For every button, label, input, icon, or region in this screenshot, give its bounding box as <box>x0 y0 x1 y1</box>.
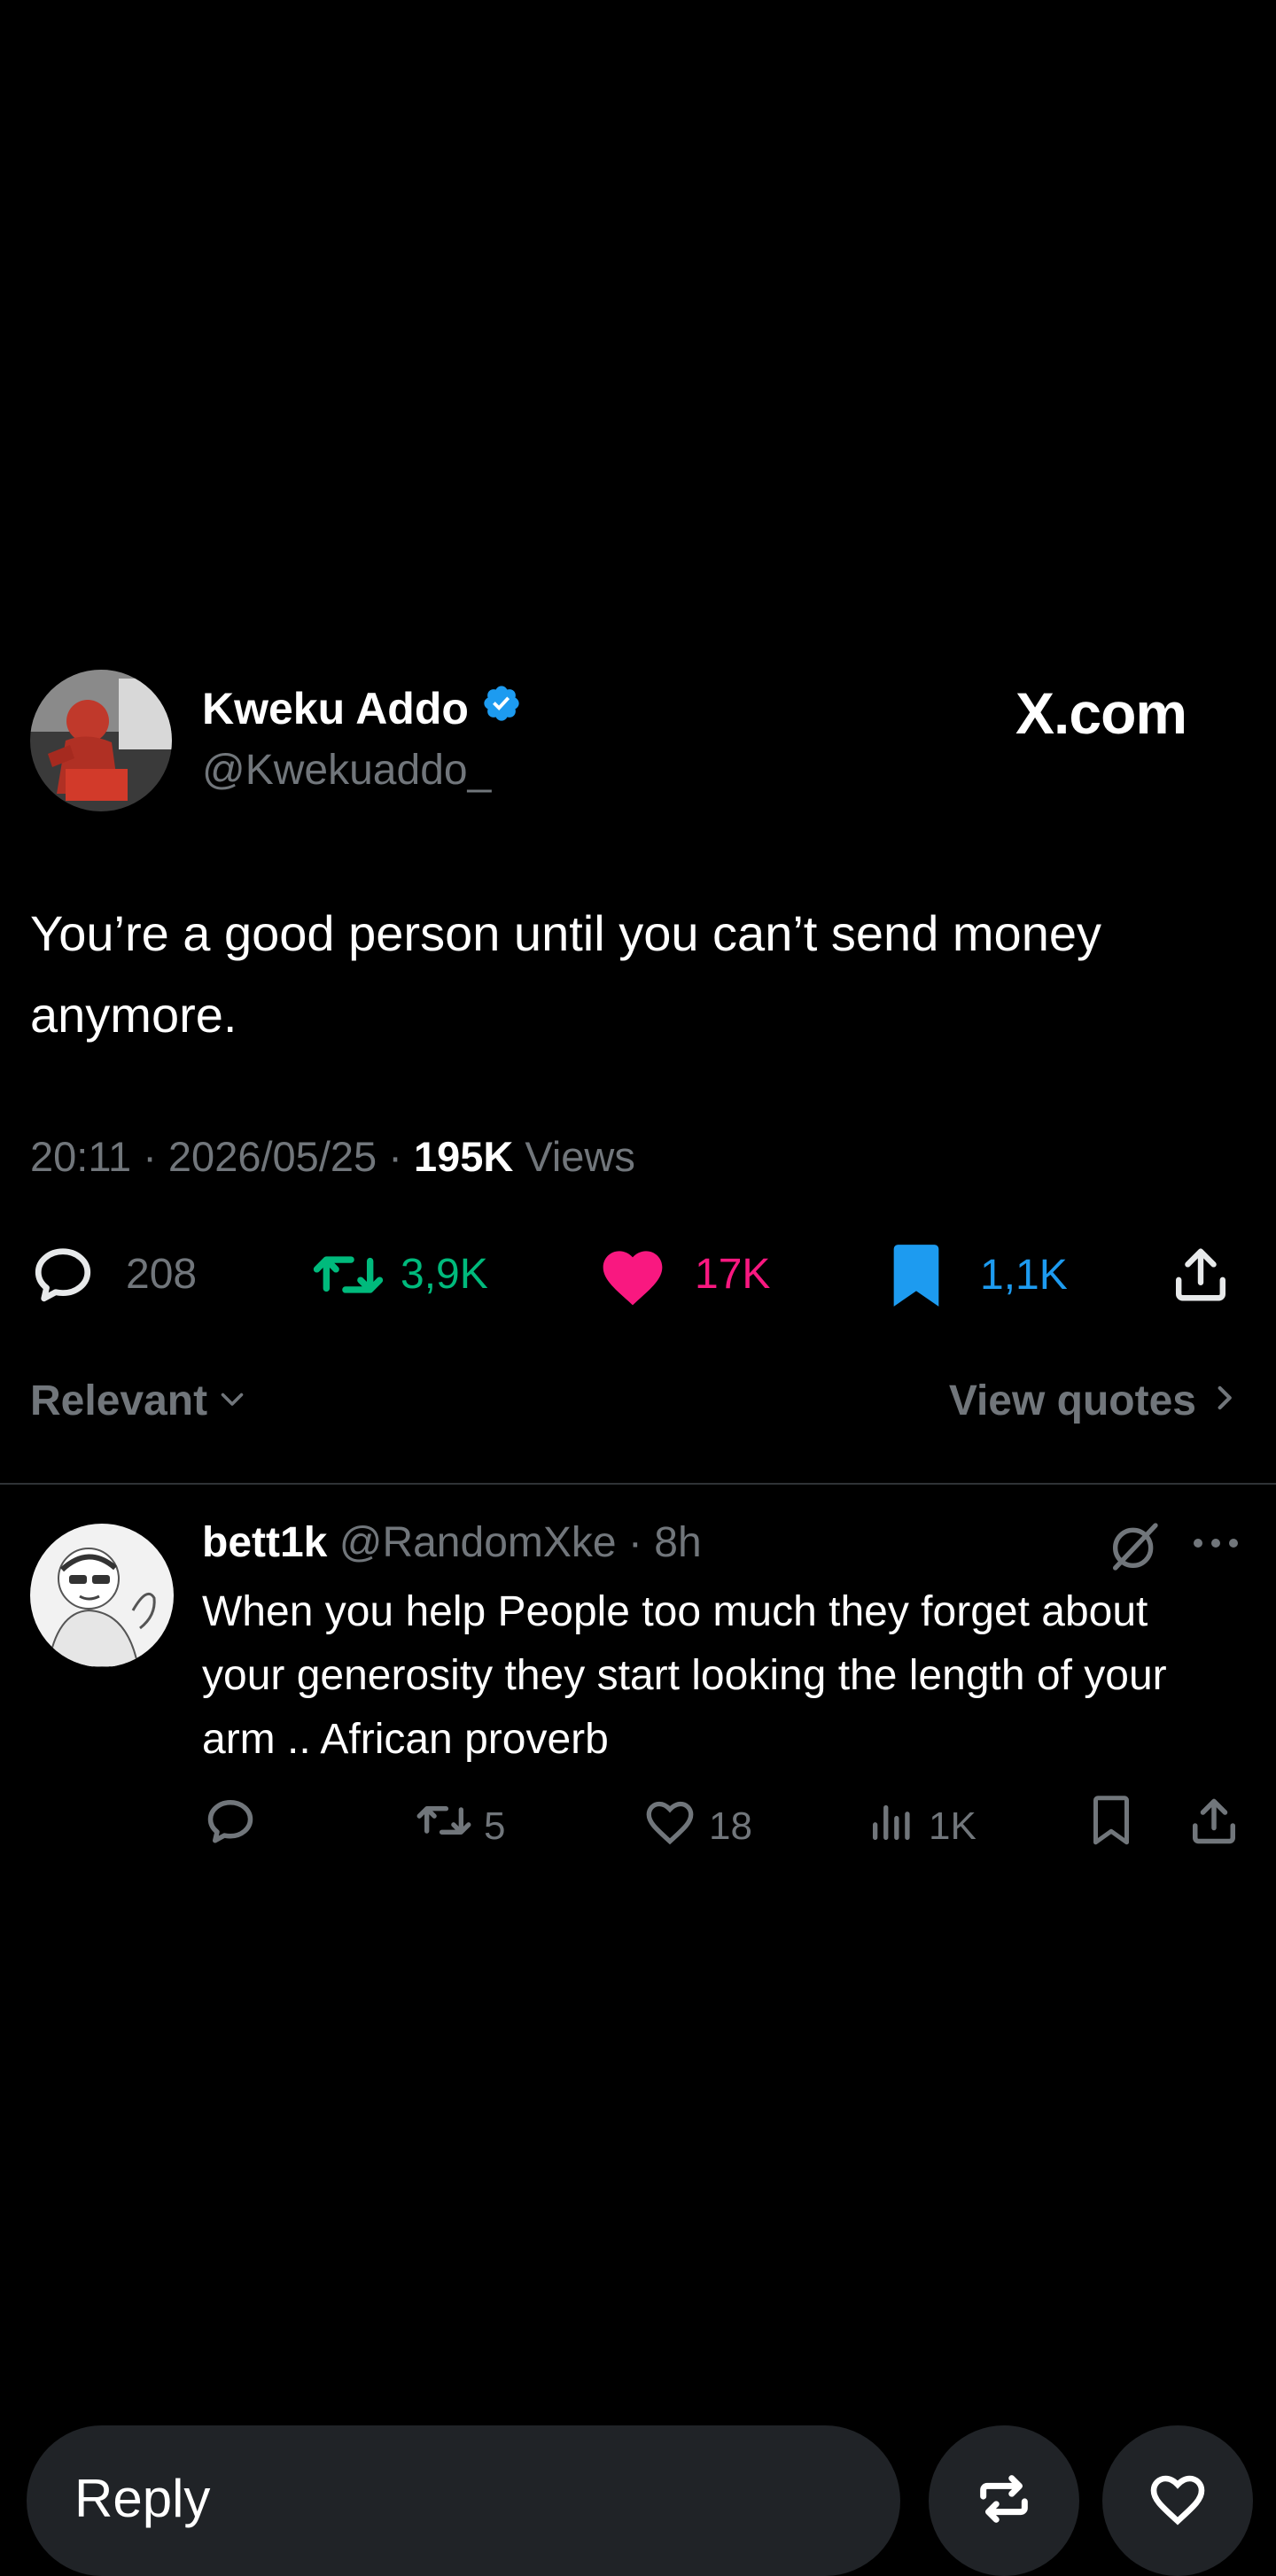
verified-badge-icon <box>481 682 522 735</box>
repost-count: 3,9K <box>401 1251 488 1298</box>
like-button[interactable] <box>1102 2425 1253 2576</box>
reply-reply-action[interactable] <box>202 1795 259 1860</box>
view-quotes-label: View quotes <box>948 1377 1196 1424</box>
reply-action[interactable]: 208 <box>30 1242 197 1307</box>
tweet-date: 2026/05/25 <box>167 1133 377 1180</box>
views-count: 195K <box>413 1133 514 1180</box>
tweet-time: 20:11 <box>30 1133 132 1180</box>
tweet-meta: 20:11 · 2026/05/25 · 195K Views <box>30 1130 635 1183</box>
share-icon <box>1187 1795 1241 1860</box>
reply-time: 8h <box>654 1519 702 1566</box>
bookmark-action[interactable]: 1,1K <box>888 1242 1068 1309</box>
repost-icon <box>973 2425 1035 2534</box>
more-icon[interactable] <box>1189 1525 1242 1565</box>
repost-icon <box>415 1795 473 1858</box>
grok-icon[interactable] <box>1106 1518 1163 1579</box>
repost-button[interactable] <box>929 2425 1079 2576</box>
reply-header: bett1k @RandomXke · 8h <box>202 1517 702 1570</box>
reply-author-handle[interactable]: @RandomXke <box>339 1519 617 1566</box>
share-icon <box>1170 1242 1232 1307</box>
author-name[interactable]: Kweku Addo <box>202 682 469 735</box>
reply-views-count: 1K <box>929 1804 976 1848</box>
author-avatar[interactable] <box>30 670 172 811</box>
reply-input-placeholder[interactable]: Reply <box>74 2468 210 2530</box>
reply-views-action[interactable]: 1K <box>867 1795 976 1858</box>
heart-icon <box>642 1795 698 1858</box>
bookmark-icon <box>888 1242 945 1309</box>
reply-repost-count: 5 <box>484 1804 506 1848</box>
repost-action[interactable]: 3,9K <box>312 1242 488 1307</box>
view-quotes-link[interactable]: View quotes <box>949 1375 1239 1428</box>
reply-bookmark-action[interactable] <box>1088 1795 1134 1860</box>
bookmark-count: 1,1K <box>980 1252 1068 1299</box>
repost-icon <box>312 1242 385 1307</box>
heart-icon <box>597 1242 668 1307</box>
reply-text: When you help People too much they forge… <box>202 1588 1167 1763</box>
views-label: Views <box>513 1133 635 1180</box>
reply-share-action[interactable] <box>1187 1795 1241 1860</box>
section-divider <box>0 1483 1276 1485</box>
views-icon <box>867 1795 918 1858</box>
like-count: 17K <box>695 1251 771 1298</box>
bookmark-icon <box>1088 1795 1134 1860</box>
reply-count: 208 <box>126 1251 198 1298</box>
sort-label: Relevant <box>30 1377 208 1424</box>
reply-author-name[interactable]: bett1k <box>202 1519 327 1566</box>
author-handle[interactable]: @Kwekuaddo_ <box>202 744 491 797</box>
share-action[interactable] <box>1170 1242 1232 1307</box>
like-action[interactable]: 17K <box>597 1242 770 1307</box>
meta-separator: · <box>377 1133 414 1180</box>
author-name-row[interactable]: Kweku Addo <box>202 682 522 735</box>
meta-separator: · <box>131 1133 168 1180</box>
reply-icon <box>202 1795 259 1860</box>
reply-avatar[interactable] <box>30 1524 174 1667</box>
reply-separator: · <box>616 1519 655 1566</box>
reply-icon <box>30 1242 96 1307</box>
reply-like-count: 18 <box>709 1804 752 1848</box>
chevron-down-icon <box>216 1375 248 1428</box>
heart-icon <box>1146 2425 1210 2531</box>
brand-label: X.com <box>1015 680 1187 746</box>
reply-like-action[interactable]: 18 <box>642 1795 752 1858</box>
sort-selector[interactable]: Relevant <box>30 1375 248 1428</box>
chevron-right-icon <box>1212 1375 1239 1428</box>
tweet-text: You’re a good person until you can’t sen… <box>30 905 1101 1043</box>
reply-repost-action[interactable]: 5 <box>415 1795 505 1858</box>
